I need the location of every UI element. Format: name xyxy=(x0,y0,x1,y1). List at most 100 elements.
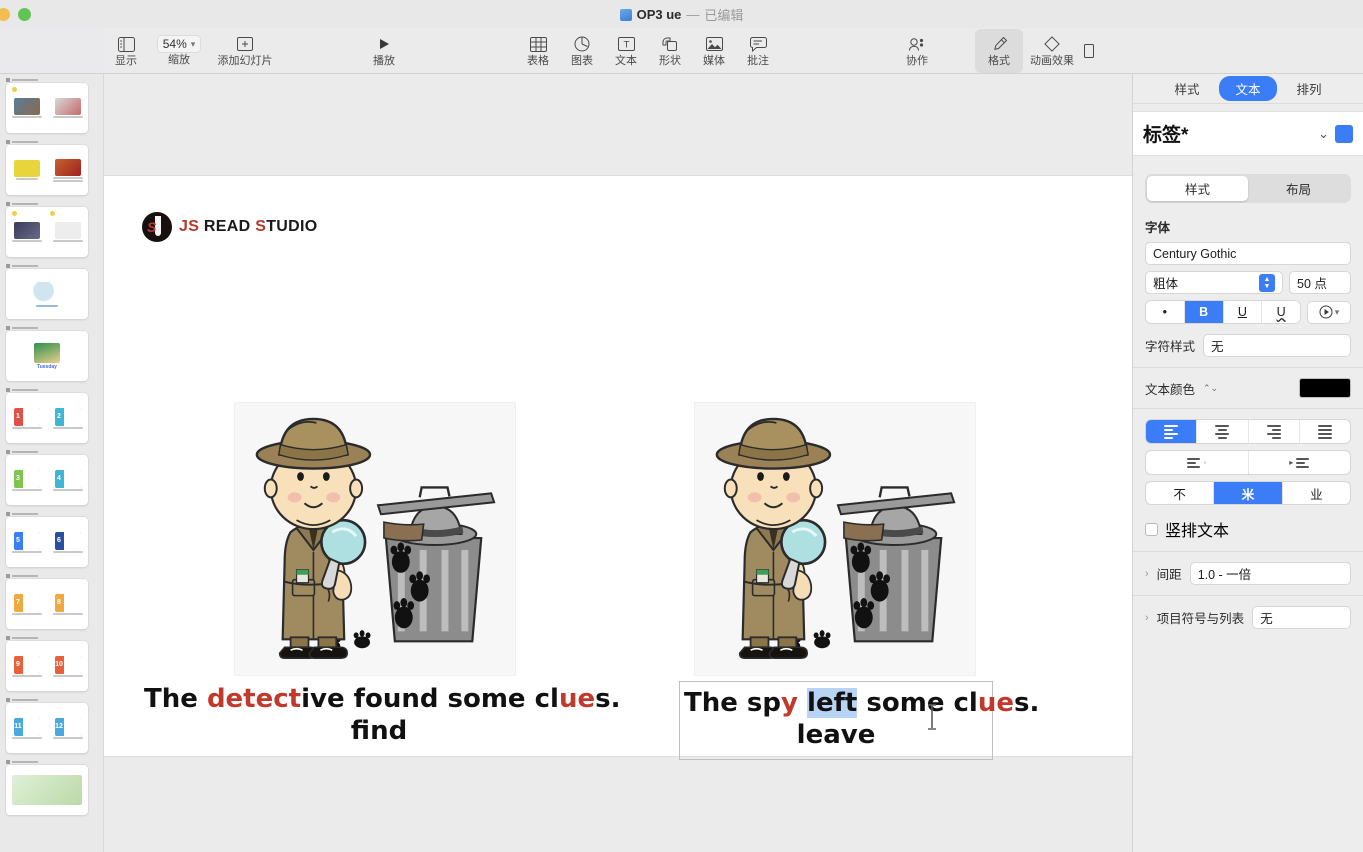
text-style-buttons[interactable]: • B U U xyxy=(1145,300,1301,324)
list-item[interactable]: 3 4 xyxy=(6,450,95,505)
align-center-button[interactable] xyxy=(1197,420,1249,443)
tab-text[interactable]: 文本 xyxy=(1219,76,1277,101)
slide-thumbnail-6[interactable]: 1 2 xyxy=(6,393,88,443)
vertical-text-checkbox[interactable] xyxy=(1145,522,1158,536)
toolbar-zoom-control[interactable]: 54% ▾ 缩放 xyxy=(148,29,210,73)
slide-thumbnail-9[interactable]: 7 8 xyxy=(6,579,88,629)
slide-thumbnail-8[interactable]: 5 6 xyxy=(6,517,88,567)
chart-icon xyxy=(574,34,590,54)
increase-indent-button[interactable]: ▸ xyxy=(1249,451,1351,474)
font-weight-select[interactable]: 粗体 ▲ ▼ xyxy=(1145,271,1283,294)
list-item[interactable] xyxy=(6,202,95,257)
list-item[interactable]: 9 10 xyxy=(6,636,95,691)
underline-button[interactable]: U xyxy=(1224,301,1263,323)
v-align-bottom-button[interactable]: 业 xyxy=(1283,482,1350,504)
slide-canvas[interactable]: S JS READ STUDIO The detective found som… xyxy=(104,176,1132,761)
maximize-button[interactable] xyxy=(18,7,31,21)
vertical-align-buttons[interactable]: 不 米 业 xyxy=(1145,481,1351,505)
indent-buttons[interactable]: ◦ ▸ xyxy=(1145,450,1351,475)
minimize-button[interactable] xyxy=(0,7,10,21)
slide-thumbnail-2[interactable] xyxy=(6,145,88,195)
text-run-selected[interactable]: left xyxy=(807,688,858,718)
tab-style[interactable]: 样式 xyxy=(1158,76,1215,101)
update-style-button[interactable] xyxy=(1335,124,1353,143)
list-item[interactable]: 5 6 xyxy=(6,512,95,567)
toolbar-view-label: 显示 xyxy=(115,55,137,67)
text-options-button[interactable]: ▾ xyxy=(1307,300,1351,324)
list-item[interactable]: 1 2 xyxy=(6,388,95,443)
list-item[interactable] xyxy=(6,760,95,815)
toolbar-document-button[interactable] xyxy=(1081,29,1097,73)
slide-thumbnail-11[interactable]: 11 12 xyxy=(6,703,88,753)
tab-arrange[interactable]: 排列 xyxy=(1281,76,1338,101)
segment-style[interactable]: 样式 xyxy=(1147,176,1248,201)
toolbar-chart-button[interactable]: 图表 xyxy=(560,29,604,73)
chevron-down-icon[interactable]: ⌄ xyxy=(1318,126,1329,142)
vertical-text-label: 竖排文本 xyxy=(1165,523,1230,540)
segment-layout[interactable]: 布局 xyxy=(1248,176,1349,201)
slide-thumbnail-4[interactable] xyxy=(6,269,88,319)
toolbar-animate-button[interactable]: 动画效果 xyxy=(1023,29,1081,73)
bold-button[interactable]: B xyxy=(1184,301,1224,323)
toolbar-format-button[interactable]: 格式 xyxy=(975,28,1023,73)
list-item[interactable]: Tuesday xyxy=(6,326,95,381)
toolbar-text-button[interactable]: T 文本 xyxy=(604,29,648,73)
v-align-top-button[interactable]: 不 xyxy=(1146,482,1215,504)
slide-thumbnail-3[interactable] xyxy=(6,207,88,257)
spacing-select[interactable]: 1.0 - 一倍 xyxy=(1189,562,1351,585)
left-sentence-textbox[interactable]: The detective found some clues. find xyxy=(144,684,620,747)
slide-thumbnail-12[interactable] xyxy=(6,765,88,815)
underline-wavy-button[interactable]: U xyxy=(1262,301,1300,323)
toolbar-add-slide-button[interactable]: 添加幻灯片 xyxy=(210,29,280,73)
toolbar-table-button[interactable]: 表格 xyxy=(516,29,560,73)
cal-num: 12 xyxy=(55,723,63,730)
bullet-style-button[interactable]: • xyxy=(1146,301,1185,323)
toolbar-shape-button[interactable]: 形状 xyxy=(648,29,692,73)
align-justify-button[interactable] xyxy=(1300,420,1350,443)
slide-thumbnail-5[interactable]: Tuesday xyxy=(6,331,88,381)
list-item[interactable] xyxy=(6,78,95,133)
zoom-select[interactable]: 54% ▾ xyxy=(156,35,202,53)
inspector-tabs[interactable]: 样式 文本 排列 xyxy=(1133,74,1363,104)
slide-navigator[interactable]: Tuesday 1 2 3 4 5 6 7 8 9 10 11 12 xyxy=(0,74,104,852)
right-sentence-textbox[interactable]: The spy left some clues. leave xyxy=(679,681,1039,761)
text-color-swatch[interactable] xyxy=(1299,378,1351,398)
align-left-button[interactable] xyxy=(1146,420,1198,443)
right-image-placeholder[interactable] xyxy=(694,402,976,676)
v-align-middle-button[interactable]: 米 xyxy=(1214,482,1283,504)
format-inspector-panel[interactable]: 样式 文本 排列 标签* ⌄ 样式 布局 字体 Century Gothic 粗… xyxy=(1132,74,1363,852)
list-item[interactable]: 7 8 xyxy=(6,574,95,629)
vertical-text-row[interactable]: 竖排文本 xyxy=(1145,517,1351,541)
stepper-icon[interactable]: ▲ ▼ xyxy=(1259,273,1275,292)
paragraph-align-buttons[interactable] xyxy=(1145,419,1351,444)
slide-thumbnail-1[interactable] xyxy=(6,83,88,133)
toolbar-comment-button[interactable]: 批注 xyxy=(736,29,780,73)
toolbar-media-button[interactable]: 媒体 xyxy=(692,29,736,73)
style-layout-segmented-control[interactable]: 样式 布局 xyxy=(1145,174,1351,203)
toolbar-view-button[interactable]: 显示 xyxy=(104,29,148,73)
list-item[interactable] xyxy=(6,264,95,319)
toolbar-play-button[interactable]: 播放 xyxy=(362,29,406,73)
slide-canvas-area[interactable]: S JS READ STUDIO The detective found som… xyxy=(104,74,1132,852)
slide-thumbnail-10[interactable]: 9 10 xyxy=(6,641,88,691)
chevron-right-icon[interactable]: › xyxy=(1145,612,1149,624)
toolbar-collaborate-button[interactable]: 协作 xyxy=(895,29,939,73)
character-style-select[interactable]: 无 xyxy=(1203,334,1351,357)
list-item[interactable]: 11 12 xyxy=(6,698,95,753)
font-size-field[interactable]: 50 点 xyxy=(1289,271,1351,294)
left-image-placeholder[interactable] xyxy=(234,402,516,676)
toolbar-format-label: 格式 xyxy=(988,55,1010,67)
bullets-label: 项目符号与列表 xyxy=(1156,612,1245,626)
chevron-right-icon[interactable]: › xyxy=(1145,568,1149,580)
text-run-highlight: ue xyxy=(977,688,1014,718)
sort-arrows-icon[interactable]: ⌃⌄ xyxy=(1203,383,1218,394)
decrease-indent-button[interactable]: ◦ xyxy=(1146,451,1249,474)
slide-thumbnail-7[interactable]: 3 4 xyxy=(6,455,88,505)
align-right-button[interactable] xyxy=(1249,420,1300,443)
play-icon xyxy=(377,34,391,54)
font-family-select[interactable]: Century Gothic xyxy=(1145,242,1351,265)
bullets-select[interactable]: 无 xyxy=(1252,606,1351,629)
paragraph-style-row[interactable]: 标签* ⌄ xyxy=(1133,111,1363,156)
list-item[interactable] xyxy=(6,140,95,195)
right-sentence-line1: The spy left some clues. xyxy=(684,688,1039,720)
